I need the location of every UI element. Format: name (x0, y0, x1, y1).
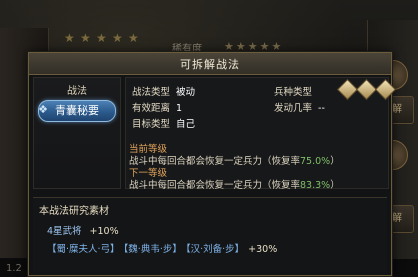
trigger-rate-row: 发动几率 -- (274, 100, 325, 114)
range-label: 有效距离 (132, 103, 171, 114)
tactic-list-label: 战法 (67, 86, 87, 97)
level-effects: 当前等级 战斗中每回合都会恢复一定兵力（恢复率75.0%） 下一等级 战斗中每回… (125, 139, 387, 191)
next-level-desc: 战斗中每回合都会恢复一定兵力（恢复率 (129, 180, 301, 191)
star-icon: ★ (80, 31, 91, 45)
material-row-general: 4星武将 +10% (47, 223, 119, 237)
bottom-level-number: 1.2 (6, 263, 22, 274)
tactic-type-label: 战法类型 (132, 87, 171, 98)
tactic-type-value: 被动 (176, 87, 196, 98)
tactic-item-label: 青囊秘要 (55, 104, 99, 117)
target-label: 目标类型 (132, 119, 171, 130)
next-level-text: 战斗中每回合都会恢复一定兵力（恢复率83.3%） (129, 177, 340, 191)
current-level-close: ） (330, 156, 340, 167)
current-level-rate: 75.0% (300, 156, 331, 167)
material-heroes-bonus: +30% (248, 244, 278, 255)
archer-icon (374, 78, 397, 101)
dialog-header: 可拆解战法 (29, 53, 391, 75)
trigger-rate-value: -- (318, 103, 325, 114)
range-row: 有效距离 1 (132, 100, 182, 114)
troop-type-icons (336, 78, 397, 101)
star-icon: ★ (128, 31, 139, 45)
material-hero-chip[interactable]: 【蜀·糜夫人·弓】 (47, 244, 120, 255)
next-level-close: ） (330, 180, 340, 191)
research-material-panel: 本战法研究素材 4星武将 +10% 【蜀·糜夫人·弓】 【魏·典韦·步】 【汉·刘备·… (33, 197, 387, 272)
star-icon: ★ (112, 31, 123, 45)
tactic-item-selected[interactable]: ❖ 青囊秘要 (38, 100, 116, 122)
next-level-rate: 83.3% (300, 180, 331, 191)
material-title: 本战法研究素材 (39, 206, 109, 217)
dialog-title: 可拆解战法 (180, 58, 240, 71)
range-value: 1 (176, 103, 183, 114)
material-general-label: 4星武将 (47, 226, 82, 237)
troop-type-row: 兵种类型 (274, 84, 312, 98)
star-icon: ★ (96, 31, 107, 45)
tassel-icon: ❖ (38, 103, 48, 116)
background-stars: ★ ★ ★ ★ ★ (64, 32, 140, 44)
target-row: 目标类型 自己 (132, 116, 195, 130)
material-hero-chip[interactable]: 【魏·典韦·步】 (124, 244, 182, 255)
troop-type-label: 兵种类型 (274, 87, 313, 98)
material-hero-chip[interactable]: 【汉·刘备·步】 (186, 244, 244, 255)
tactic-disassemble-dialog: 可拆解战法 战法 ❖ 青囊秘要 战法类型 被动 有效距离 1 目标类型 自己 兵种类型… (28, 52, 397, 276)
material-general-bonus: +10% (89, 226, 119, 237)
star-icon: ★ (64, 31, 75, 45)
material-row-heroes: 【蜀·糜夫人·弓】 【魏·典韦·步】 【汉·刘备·步】 +30% (47, 241, 277, 255)
trigger-rate-label: 发动几率 (274, 103, 313, 114)
tactic-list: 战法 ❖ 青囊秘要 (33, 77, 121, 189)
target-value: 自己 (176, 119, 196, 130)
tactic-type-row: 战法类型 被动 (132, 84, 195, 98)
